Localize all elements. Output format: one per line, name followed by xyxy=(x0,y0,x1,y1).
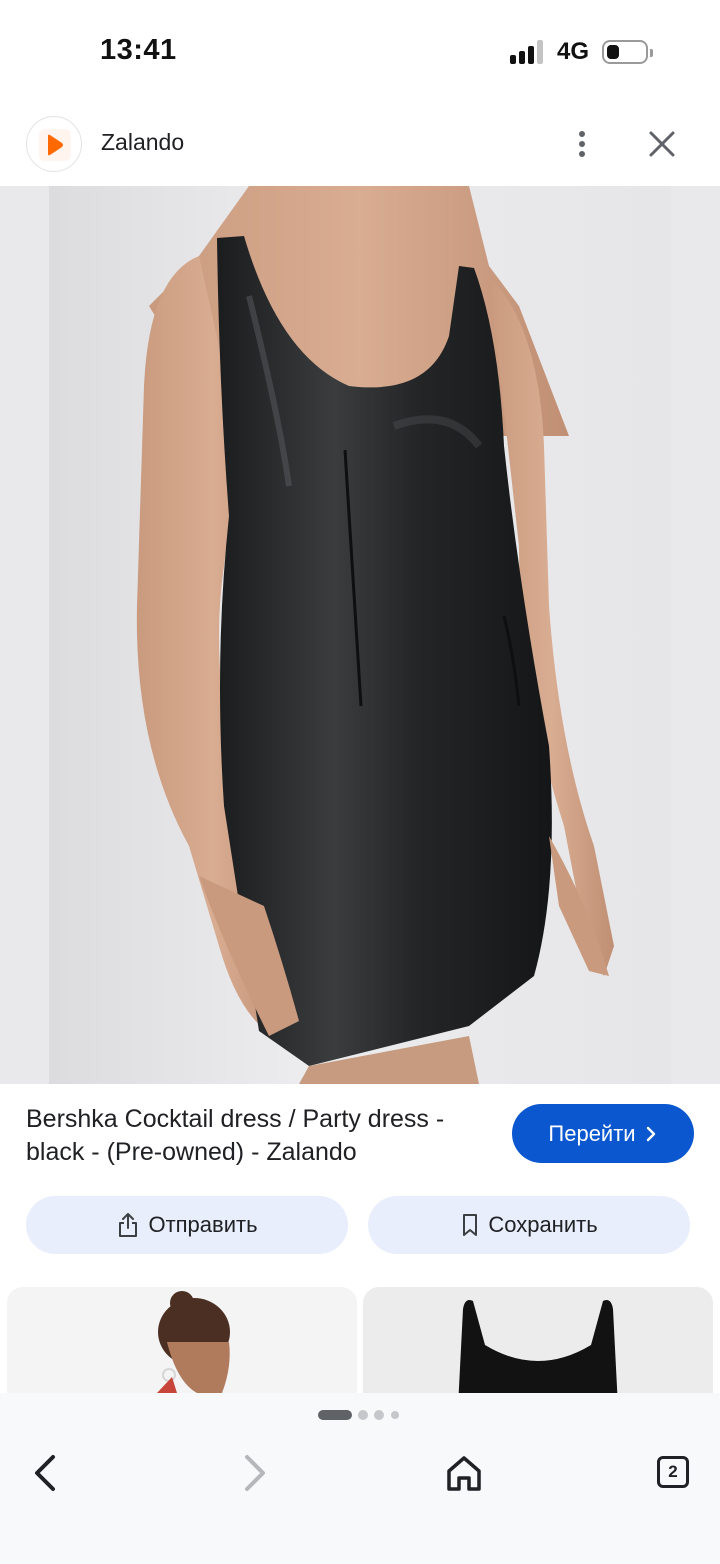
product-photo xyxy=(49,186,671,1084)
share-label: Отправить xyxy=(148,1212,258,1237)
home-icon xyxy=(447,1456,481,1491)
visit-site-button[interactable]: Перейти xyxy=(512,1104,694,1163)
chevron-right-icon xyxy=(646,1126,655,1141)
tabs-button[interactable]: 2 xyxy=(657,1456,689,1488)
visit-label: Перейти xyxy=(548,1120,636,1146)
back-button[interactable] xyxy=(20,1447,72,1499)
network-type: 4G xyxy=(557,38,590,65)
zalando-logo-icon xyxy=(48,134,63,156)
forward-button[interactable] xyxy=(228,1447,280,1499)
battery-icon xyxy=(602,40,653,64)
signal-icon xyxy=(510,40,546,64)
close-icon xyxy=(649,131,675,157)
more-options-button[interactable] xyxy=(562,122,602,166)
chevron-right-icon xyxy=(245,1455,265,1491)
source-header: Zalando xyxy=(0,100,720,186)
bookmark-icon xyxy=(463,1214,478,1236)
result-title[interactable]: Bershka Cocktail dress / Party dress - b… xyxy=(26,1103,496,1169)
product-image-viewer[interactable] xyxy=(0,186,720,1084)
bottom-bar: 2 xyxy=(0,1393,720,1564)
chevron-left-icon xyxy=(35,1455,55,1491)
page-indicator xyxy=(318,1410,408,1420)
share-icon xyxy=(119,1213,138,1237)
related-results xyxy=(0,1287,720,1393)
share-button[interactable]: Отправить xyxy=(26,1196,348,1254)
save-button[interactable]: Сохранить xyxy=(368,1196,690,1254)
status-bar: 13:41 4G xyxy=(0,0,720,100)
status-time: 13:41 xyxy=(100,34,177,66)
related-result-thumbnail[interactable] xyxy=(363,1287,713,1393)
close-button[interactable] xyxy=(640,122,684,166)
site-name[interactable]: Zalando xyxy=(101,129,184,156)
site-logo[interactable] xyxy=(26,116,82,172)
related-result-thumbnail[interactable] xyxy=(7,1287,357,1393)
save-label: Сохранить xyxy=(488,1212,598,1237)
home-button[interactable] xyxy=(438,1447,490,1499)
